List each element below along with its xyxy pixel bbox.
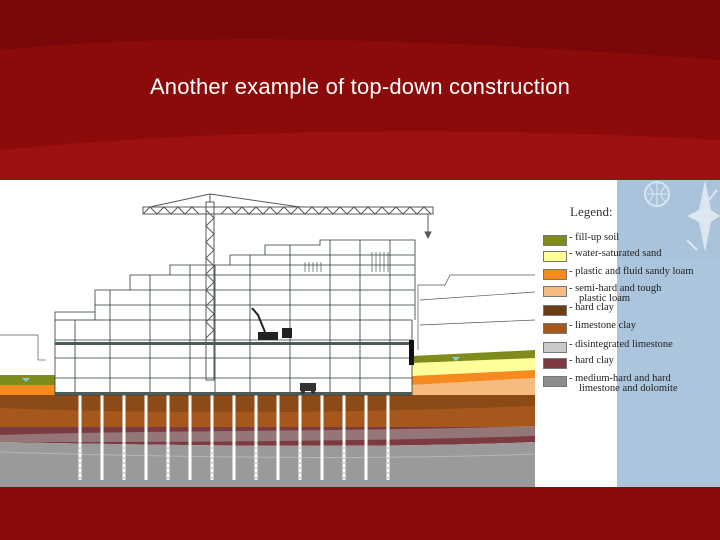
legend-item-plastic-loam: - semi-hard and tough plastic loam — [543, 283, 720, 304]
ground-floor-slab — [55, 342, 412, 345]
globe-icon — [644, 181, 670, 207]
legend-label: - plastic and fluid sandy loam — [569, 266, 694, 277]
excavator-icon — [251, 307, 292, 340]
legend-label: - disintegrated limestone — [569, 339, 673, 350]
diaphragm-wall — [409, 340, 414, 365]
legend-swatch — [543, 286, 567, 297]
soil-sandy-loam-left — [0, 385, 55, 395]
construction-figure: Legend: - fill-up soil - water-saturated… — [0, 180, 720, 487]
legend-swatch — [543, 235, 567, 246]
legend-item-sandy-loam: - plastic and fluid sandy loam — [543, 266, 720, 284]
legend-label: - water-saturated sand — [569, 248, 662, 259]
legend-swatch — [543, 358, 567, 369]
slide-title: Another example of top-down construction — [149, 74, 571, 99]
tower-crane — [142, 193, 434, 381]
legend-swatch — [543, 376, 567, 387]
legend-item-limestone-dolomite: - medium-hard and hard limestone and dol… — [543, 373, 720, 394]
legend-label: - hard clay — [569, 355, 614, 366]
legend-item-water-saturated-sand: - water-saturated sand — [543, 248, 720, 266]
legend-title: Legend: — [570, 204, 613, 219]
legend-label: - hard clay — [569, 302, 614, 313]
legend-swatch — [543, 305, 567, 316]
basement-slab — [55, 392, 412, 395]
legend-label: - fill-up soil — [569, 232, 620, 243]
legend-swatch — [543, 269, 567, 280]
legend-sublabel: limestone and dolomite — [579, 383, 678, 394]
legend-item-hard-clay-lower: - hard clay — [543, 355, 720, 373]
legend-item-hard-clay: - hard clay — [543, 302, 720, 320]
legend-swatch — [543, 251, 567, 262]
building-frame — [54, 239, 416, 396]
legend-label: - limestone clay — [569, 320, 637, 331]
legend-swatch — [543, 342, 567, 353]
legend-swatch — [543, 323, 567, 334]
legend-item-limestone-clay: - limestone clay — [543, 320, 720, 338]
cross-section-drawing — [0, 193, 535, 487]
neighbour-building — [417, 274, 535, 350]
